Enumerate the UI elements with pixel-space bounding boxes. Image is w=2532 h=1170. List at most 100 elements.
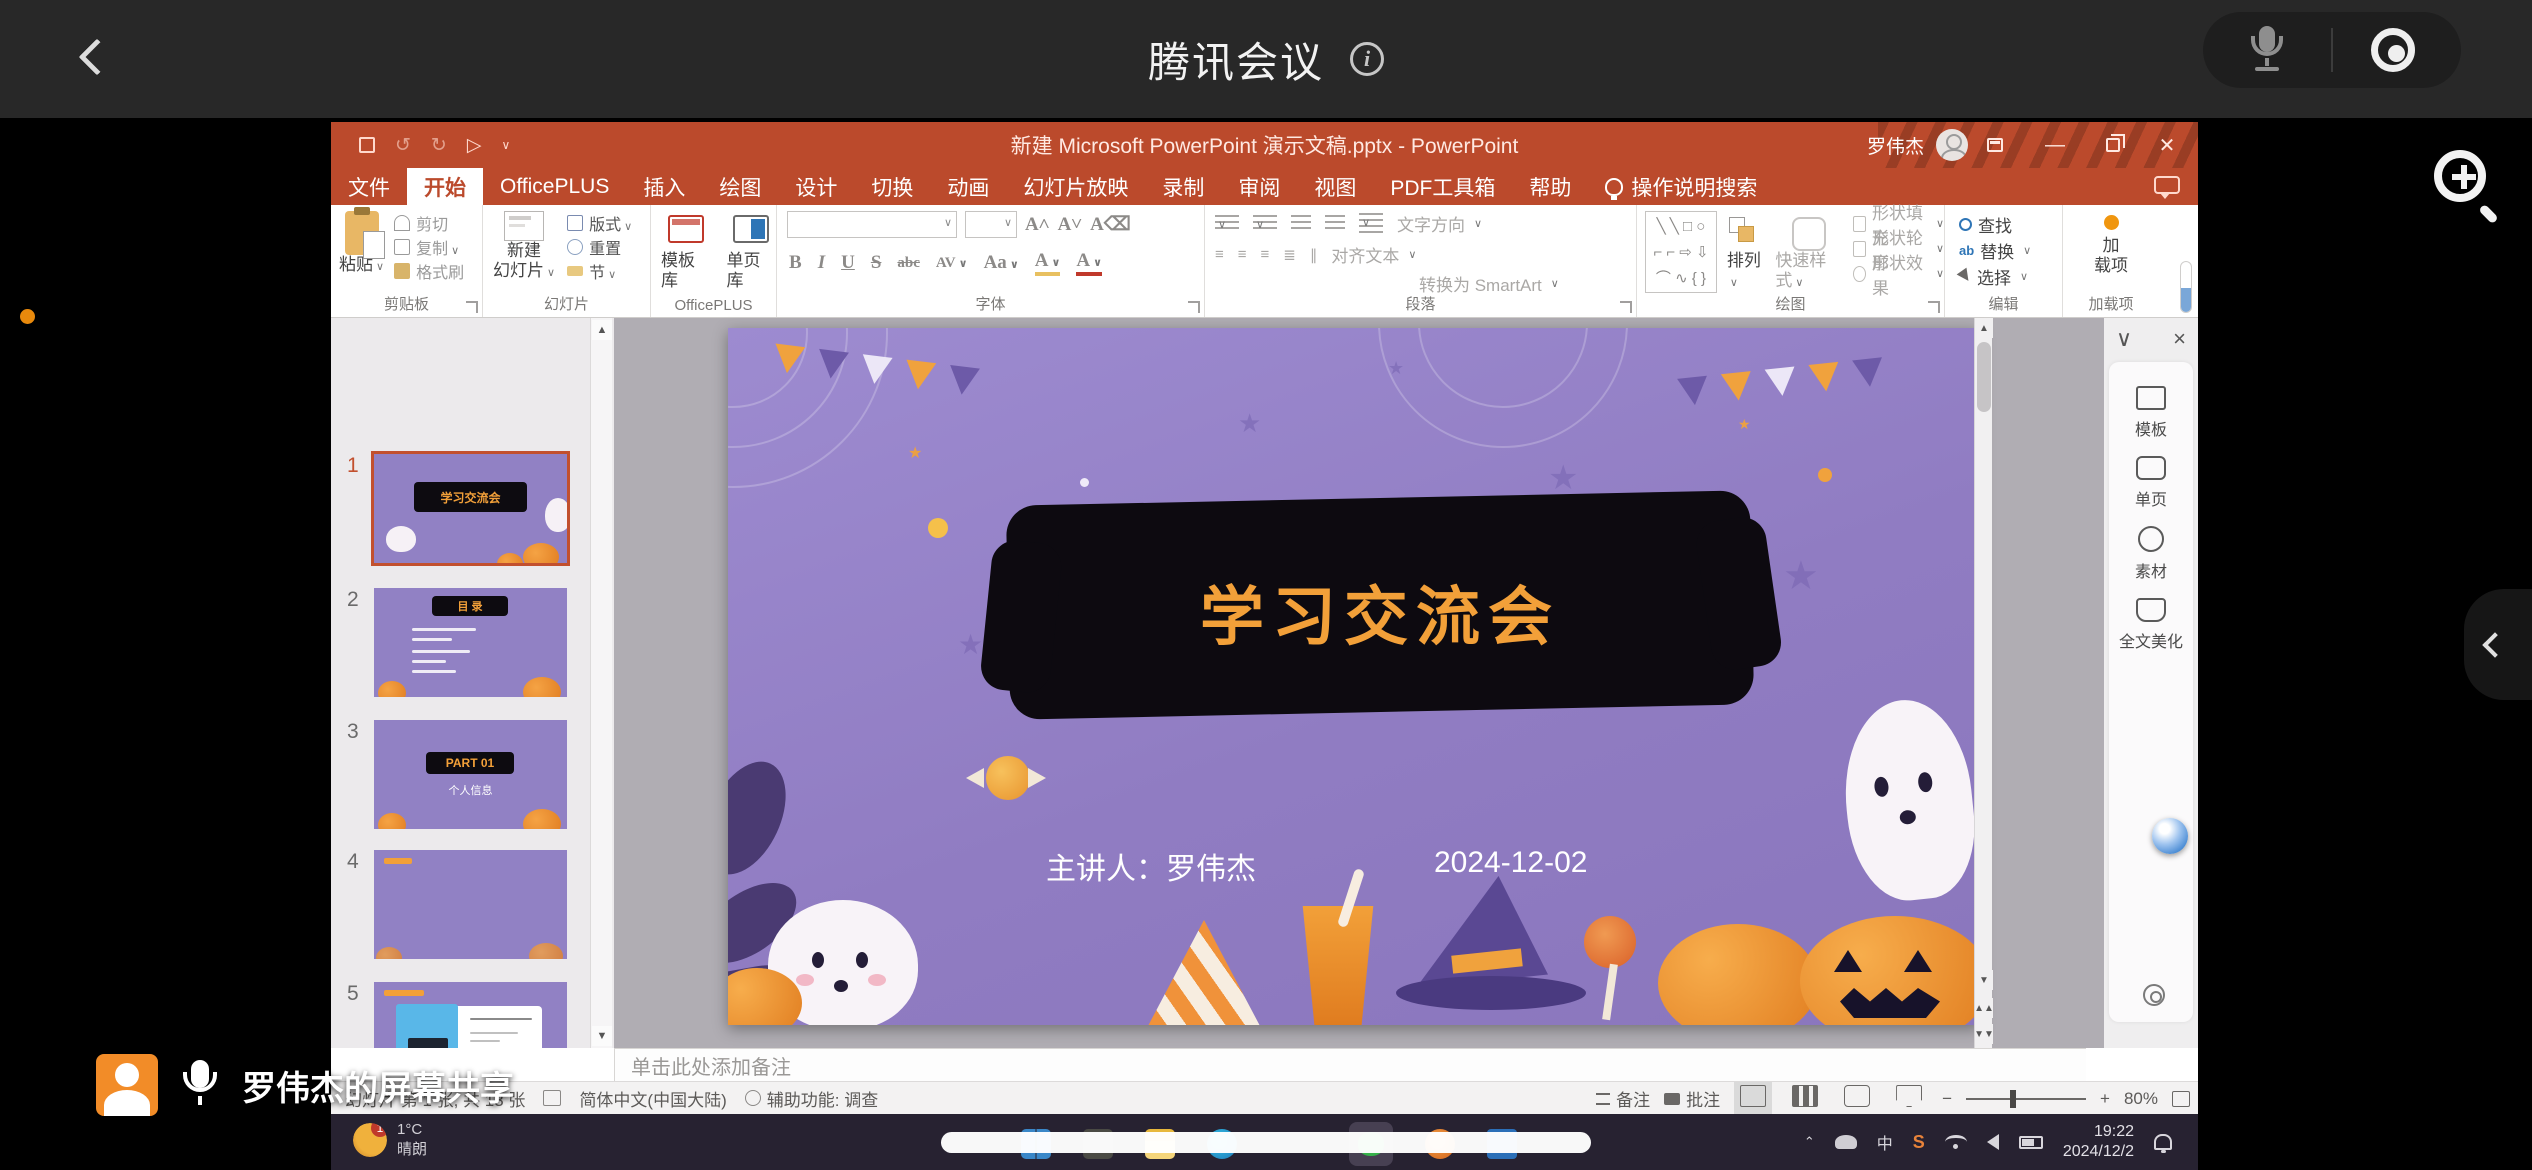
cloud-icon[interactable] — [1835, 1135, 1857, 1149]
normal-view-button[interactable] — [1734, 1082, 1772, 1115]
thumbnail-scrollbar[interactable]: ▲ ▼ — [590, 318, 612, 1048]
next-slide-icon[interactable]: ▼▼ — [1975, 1024, 1993, 1044]
tab-design[interactable]: 设计 — [778, 168, 854, 205]
comments-toggle[interactable]: 批注 — [1664, 1086, 1720, 1111]
underline-button[interactable]: U — [841, 252, 855, 274]
close-icon[interactable]: ✕ — [2144, 122, 2190, 168]
italic-button[interactable]: I — [818, 252, 825, 274]
thumbnail-slide-4[interactable] — [374, 850, 567, 959]
minimize-icon[interactable]: — — [2032, 122, 2078, 168]
scroll-down-icon[interactable]: ▼ — [1975, 970, 1993, 990]
shapes-gallery[interactable]: ╲ ╲ □ ○⌐ ⌐ ⇨ ⇩⌒ ∿ { } — [1645, 211, 1717, 293]
clipboard-dialog-launcher[interactable] — [466, 301, 478, 313]
align-right-icon[interactable]: ≡ — [1261, 246, 1270, 263]
notes-pane[interactable]: 单击此处添加备注 — [614, 1048, 2086, 1081]
sidepanel-item-template[interactable]: 模板 — [2109, 386, 2193, 440]
comments-icon[interactable] — [2154, 176, 2180, 194]
single-page-library-button[interactable]: 单页库 — [727, 215, 777, 291]
tab-home[interactable]: 开始 — [407, 168, 483, 205]
slide-sorter-button[interactable] — [1786, 1082, 1824, 1115]
previous-slide-icon[interactable]: ▲▲ — [1975, 998, 1993, 1018]
wifi-icon[interactable] — [1945, 1135, 1967, 1149]
layout-button[interactable]: 版式 — [567, 211, 632, 235]
sidepanel-item-material[interactable]: 素材 — [2109, 526, 2193, 582]
font-color-button[interactable]: A — [1076, 250, 1102, 276]
tab-help[interactable]: 帮助 — [1512, 168, 1588, 205]
find-button[interactable]: 查找 — [1959, 211, 2062, 237]
section-button[interactable]: 节 — [567, 259, 632, 283]
ime-indicator[interactable]: 中 — [1877, 1130, 1893, 1154]
slide-title[interactable]: 学习交流会 — [1008, 566, 1752, 658]
sidepanel-item-page[interactable]: 单页 — [2109, 456, 2193, 510]
align-center-icon[interactable]: ≡ — [1238, 246, 1247, 263]
slideshow-button[interactable] — [1890, 1082, 1928, 1115]
tab-officeplus[interactable]: OfficePLUS — [483, 168, 626, 205]
thumbnail-slide-2[interactable]: 目 录 — [374, 588, 567, 697]
decrease-indent-icon[interactable] — [1291, 215, 1311, 233]
app-tray-icon[interactable]: S — [1913, 1132, 1925, 1153]
format-painter-button[interactable]: 格式刷 — [394, 259, 464, 283]
taskbar-weather[interactable]: 1°C晴朗 — [353, 1120, 427, 1160]
zoom-handle[interactable] — [2010, 1090, 2016, 1108]
font-dialog-launcher[interactable] — [1188, 301, 1200, 313]
thumbnail-slide-1[interactable]: 学习交流会 — [374, 454, 567, 563]
ribbon-display-options-icon[interactable] — [1972, 122, 2018, 168]
collapse-panel-icon[interactable]: ∨ — [2116, 326, 2132, 352]
home-indicator[interactable] — [941, 1132, 1591, 1153]
tab-review[interactable]: 审阅 — [1221, 168, 1297, 205]
clear-format-icon[interactable]: A⌫ — [1090, 213, 1131, 236]
thumbnail-slide-3[interactable]: PART 01 个人信息 — [374, 720, 567, 829]
tab-view[interactable]: 视图 — [1297, 168, 1373, 205]
justify-icon[interactable]: ≣ — [1283, 246, 1296, 264]
annotation-dot[interactable] — [20, 309, 35, 324]
line-spacing-icon[interactable] — [1359, 213, 1383, 235]
tab-record[interactable]: 录制 — [1145, 168, 1221, 205]
text-direction-button[interactable]: 文字方向 — [1397, 211, 1482, 236]
tab-animations[interactable]: 动画 — [930, 168, 1006, 205]
align-text-button[interactable]: 对齐文本 — [1331, 242, 1416, 267]
grow-font-icon[interactable]: A˄ — [1025, 214, 1050, 236]
align-left-icon[interactable]: ≡ — [1215, 246, 1224, 263]
font-size-combo[interactable] — [965, 211, 1017, 238]
abc-button[interactable]: abc — [897, 255, 920, 272]
select-button[interactable]: 选择 — [1959, 263, 2062, 289]
reading-view-button[interactable] — [1838, 1082, 1876, 1115]
char-spacing-button[interactable]: AV — [936, 255, 968, 272]
notification-bell-icon[interactable] — [2154, 1134, 2172, 1150]
slide-presenter[interactable]: 主讲人：罗伟杰 — [1046, 844, 1256, 888]
strikethrough-button[interactable]: S — [871, 252, 882, 274]
thumbnail-slide-5[interactable] — [374, 982, 567, 1048]
tab-draw[interactable]: 绘图 — [702, 168, 778, 205]
zoom-level[interactable]: 80% — [2124, 1089, 2158, 1109]
bullets-icon[interactable] — [1215, 215, 1239, 233]
zoom-out-icon[interactable]: − — [1942, 1089, 1952, 1109]
tab-slideshow[interactable]: 幻灯片放映 — [1006, 168, 1145, 205]
tell-me-search[interactable]: 操作说明搜索 — [1588, 168, 1774, 205]
zoom-slider[interactable] — [1966, 1098, 2086, 1100]
highlight-button[interactable]: A — [1035, 250, 1061, 276]
template-library-button[interactable]: 模板库 — [661, 215, 711, 291]
cut-button[interactable]: 剪切 — [394, 211, 464, 235]
tab-pdf-tools[interactable]: PDF工具箱 — [1373, 168, 1512, 205]
accessibility-status[interactable]: 辅助功能: 调查 — [767, 1086, 878, 1111]
ribbon-scrollbar[interactable] — [2180, 261, 2192, 313]
slide-canvas[interactable]: ★ ★ ★ ★ ★ ★ ★ ★ 学习交流会 主讲人：罗伟杰 2024-12-02 — [728, 328, 1980, 1025]
floating-assistant-ball[interactable] — [2152, 818, 2188, 854]
close-panel-icon[interactable]: × — [2173, 326, 2186, 352]
scroll-up-icon[interactable]: ▲ — [1975, 318, 1993, 338]
copy-button[interactable]: 复制 — [394, 235, 464, 259]
scroll-up-icon[interactable]: ▲ — [592, 320, 612, 340]
drawing-dialog-launcher[interactable] — [1928, 301, 1940, 313]
scrollbar-thumb[interactable] — [1977, 342, 1991, 412]
sidepanel-item-beautify[interactable]: 全文美化 — [2109, 598, 2193, 652]
columns-icon[interactable]: ∥ — [1310, 246, 1318, 264]
arrange-button[interactable]: 排列 — [1727, 217, 1765, 293]
info-icon[interactable]: i — [1350, 42, 1384, 76]
canvas-scrollbar[interactable]: ▲ ▼ ▲▲ ▼▼ — [1974, 318, 1992, 1048]
speaker-icon[interactable] — [1987, 1134, 1999, 1150]
restore-icon[interactable] — [2090, 122, 2136, 168]
slide-date[interactable]: 2024-12-02 — [1434, 846, 1587, 880]
paragraph-dialog-launcher[interactable] — [1620, 301, 1632, 313]
new-slide-button[interactable]: 新建 幻灯片 — [493, 211, 555, 283]
increase-indent-icon[interactable] — [1325, 215, 1345, 233]
